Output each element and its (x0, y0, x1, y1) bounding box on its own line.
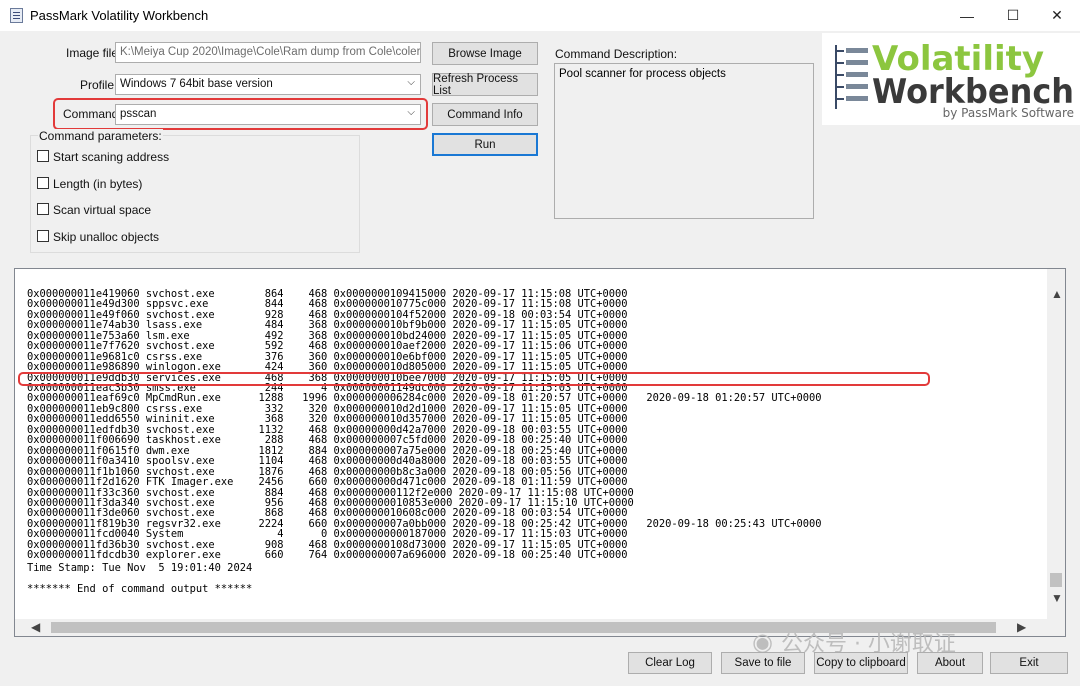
skip-unalloc-checkbox[interactable] (37, 230, 49, 242)
output-line: 0x000000011e986890 winlogon.exe 424 360 … (27, 361, 628, 374)
chevron-down-icon: ⌵ (407, 77, 415, 88)
length-checkbox[interactable] (37, 177, 49, 189)
start-address-label: Start scaning address (53, 150, 170, 164)
browse-image-button[interactable]: Browse Image (432, 42, 538, 65)
command-highlight (53, 98, 428, 130)
mpcmdrun-highlight (18, 372, 930, 386)
copy-to-clipboard-button[interactable]: Copy to clipboard (814, 652, 908, 674)
app-icon (10, 8, 23, 23)
profile-label: Profile: (80, 78, 118, 92)
logo-byline: by PassMark Software (943, 106, 1074, 120)
image-file-field[interactable]: K:\Meiya Cup 2020\Image\Cole\Ram dump fr… (115, 42, 421, 63)
scroll-left-icon[interactable]: ◀ (31, 620, 40, 634)
timestamp-line: Time Stamp: Tue Nov 5 19:01:40 2024 (27, 562, 253, 574)
process-list: 0x000000011e419060 svchost.exe 864 468 0… (27, 269, 821, 582)
output-line: 0x000000011f2d1620 FTK Imager.exe 2456 6… (27, 476, 628, 489)
volatility-workbench-logo: Volatility Workbench by PassMark Softwar… (822, 33, 1080, 125)
skip-unalloc-label: Skip unalloc objects (53, 230, 160, 244)
scroll-down-icon[interactable]: ▼ (1051, 591, 1063, 605)
start-address-checkbox[interactable] (37, 150, 49, 162)
maximize-button[interactable]: ☐ (990, 0, 1036, 31)
close-button[interactable]: ✕ (1034, 0, 1080, 31)
logo-graphic: Volatility Workbench by PassMark Softwar… (835, 39, 1074, 120)
clear-log-button[interactable]: Clear Log (628, 652, 712, 674)
run-button[interactable]: Run (432, 133, 538, 156)
command-output-panel[interactable]: 0x000000011e419060 svchost.exe 864 468 0… (14, 268, 1066, 637)
refresh-process-list-button[interactable]: Refresh Process List (432, 73, 538, 97)
profile-select[interactable]: Windows 7 64bit base version ⌵ (115, 74, 421, 95)
vertical-scrollbar[interactable]: ▲ ▼ (1047, 269, 1065, 620)
about-button[interactable]: About (917, 652, 983, 674)
exit-button[interactable]: Exit (990, 652, 1068, 674)
save-to-file-button[interactable]: Save to file (721, 652, 805, 674)
scrollbar-corner (1047, 619, 1065, 636)
minimize-button[interactable]: — (944, 0, 990, 31)
output-lines: 0x000000011e419060 svchost.exe 864 468 0… (27, 288, 821, 562)
command-description-label: Command Description: (555, 47, 678, 61)
title-bar: PassMark Volatility Workbench — ☐ ✕ (0, 0, 1080, 31)
image-file-label: Image file: (66, 46, 122, 60)
command-description-box: Pool scanner for process objects (554, 63, 814, 219)
end-marker-line: ******* End of command output ****** (27, 583, 253, 595)
scan-virtual-space-checkbox[interactable] (37, 203, 49, 215)
output-line: 0x000000011fdcdb30 explorer.exe 660 764 … (27, 549, 628, 562)
command-info-button[interactable]: Command Info (432, 103, 538, 126)
profile-value: Windows 7 64bit base version (120, 78, 273, 90)
scroll-thumb[interactable] (1050, 573, 1062, 587)
scroll-right-icon[interactable]: ▶ (1017, 620, 1026, 634)
command-parameters-title: Command parameters: (38, 129, 163, 143)
length-label: Length (in bytes) (53, 177, 143, 191)
scan-virtual-space-label: Scan virtual space (53, 203, 152, 217)
window-title: PassMark Volatility Workbench (30, 8, 209, 23)
scroll-up-icon[interactable]: ▲ (1051, 287, 1063, 301)
